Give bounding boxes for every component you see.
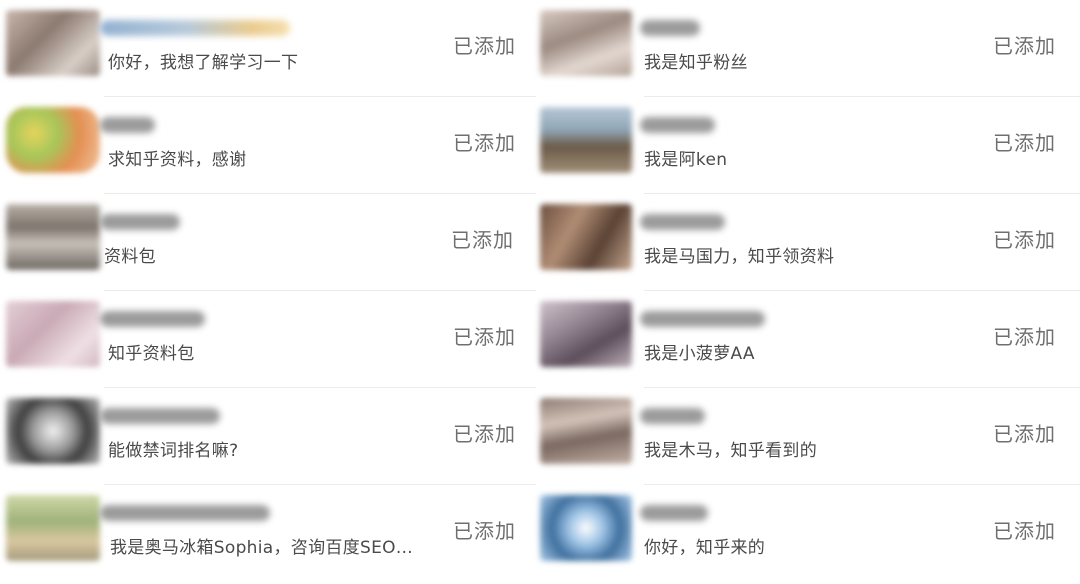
avatar[interactable] bbox=[540, 301, 632, 367]
added-status: 已添加 bbox=[993, 131, 1056, 155]
avatar[interactable] bbox=[6, 495, 100, 561]
avatar[interactable] bbox=[540, 10, 632, 76]
request-message: 我是木马，知乎看到的 bbox=[644, 441, 817, 461]
list-item[interactable]: 知乎资料包 已添加 bbox=[0, 291, 536, 388]
request-message: 你好，知乎来的 bbox=[644, 538, 766, 558]
contact-name-blurred bbox=[640, 117, 715, 133]
request-message: 我是马国力，知乎领资料 bbox=[644, 247, 835, 267]
right-request-list: 我是知乎粉丝 已添加 我是阿ken 已添加 我是马国力，知乎领资料 已添加 我是… bbox=[540, 0, 1080, 584]
list-item[interactable]: 我是木马，知乎看到的 已添加 bbox=[540, 388, 1080, 485]
list-item[interactable]: 我是小菠萝AA 已添加 bbox=[540, 291, 1080, 388]
added-status: 已添加 bbox=[993, 228, 1056, 252]
list-item[interactable]: 我是马国力，知乎领资料 已添加 bbox=[540, 194, 1080, 291]
request-message: 我是阿ken bbox=[644, 150, 728, 170]
request-message: 我是知乎粉丝 bbox=[644, 53, 748, 73]
added-status: 已添加 bbox=[993, 34, 1056, 58]
avatar[interactable] bbox=[6, 107, 100, 173]
request-message: 你好，我想了解学习一下 bbox=[108, 53, 299, 73]
contact-name-blurred bbox=[640, 408, 705, 424]
contact-name-blurred bbox=[100, 505, 270, 521]
added-status: 已添加 bbox=[453, 422, 516, 446]
avatar[interactable] bbox=[540, 398, 632, 464]
request-message: 能做禁词排名嘛? bbox=[108, 441, 239, 461]
request-message: 知乎资料包 bbox=[108, 344, 195, 364]
avatar[interactable] bbox=[6, 398, 100, 464]
list-item[interactable]: 我是阿ken 已添加 bbox=[540, 97, 1080, 194]
request-message: 我是小菠萝AA bbox=[644, 344, 755, 364]
added-status: 已添加 bbox=[453, 131, 516, 155]
avatar[interactable] bbox=[6, 204, 100, 270]
request-message: 我是奥马冰箱Sophia，咨询百度SEO… bbox=[110, 538, 414, 558]
avatar[interactable] bbox=[6, 301, 100, 367]
request-message: 资料包 bbox=[104, 247, 156, 267]
avatar[interactable] bbox=[6, 10, 100, 76]
list-item[interactable]: 我是奥马冰箱Sophia，咨询百度SEO… 已添加 bbox=[0, 485, 536, 582]
contact-name-blurred bbox=[100, 311, 205, 327]
added-status: 已添加 bbox=[451, 228, 514, 252]
contact-name-blurred bbox=[640, 505, 708, 521]
contact-name-blurred bbox=[100, 408, 220, 424]
list-item[interactable]: 能做禁词排名嘛? 已添加 bbox=[0, 388, 536, 485]
contact-name-blurred bbox=[100, 117, 155, 133]
avatar[interactable] bbox=[540, 204, 632, 270]
added-status: 已添加 bbox=[993, 422, 1056, 446]
added-status: 已添加 bbox=[453, 34, 516, 58]
list-item[interactable]: 你好，我想了解学习一下 已添加 bbox=[0, 0, 536, 97]
added-status: 已添加 bbox=[993, 519, 1056, 543]
list-item[interactable]: 我是知乎粉丝 已添加 bbox=[540, 0, 1080, 97]
contact-name-blurred bbox=[100, 214, 180, 230]
list-item[interactable]: 资料包 已添加 bbox=[0, 194, 536, 291]
contact-name-blurred bbox=[640, 311, 765, 327]
left-request-list: 你好，我想了解学习一下 已添加 求知乎资料，感谢 已添加 资料包 已添加 知乎资… bbox=[0, 0, 536, 584]
avatar[interactable] bbox=[540, 107, 632, 173]
contact-name-blurred bbox=[100, 20, 290, 36]
added-status: 已添加 bbox=[453, 325, 516, 349]
avatar[interactable] bbox=[540, 495, 632, 561]
list-item[interactable]: 求知乎资料，感谢 已添加 bbox=[0, 97, 536, 194]
request-message: 求知乎资料，感谢 bbox=[108, 150, 247, 170]
added-status: 已添加 bbox=[993, 325, 1056, 349]
added-status: 已添加 bbox=[453, 519, 516, 543]
contact-name-blurred bbox=[640, 214, 725, 230]
contact-name-blurred bbox=[640, 20, 700, 36]
friend-requests-screen: 你好，我想了解学习一下 已添加 求知乎资料，感谢 已添加 资料包 已添加 知乎资… bbox=[0, 0, 1080, 584]
list-item[interactable]: 你好，知乎来的 已添加 bbox=[540, 485, 1080, 582]
